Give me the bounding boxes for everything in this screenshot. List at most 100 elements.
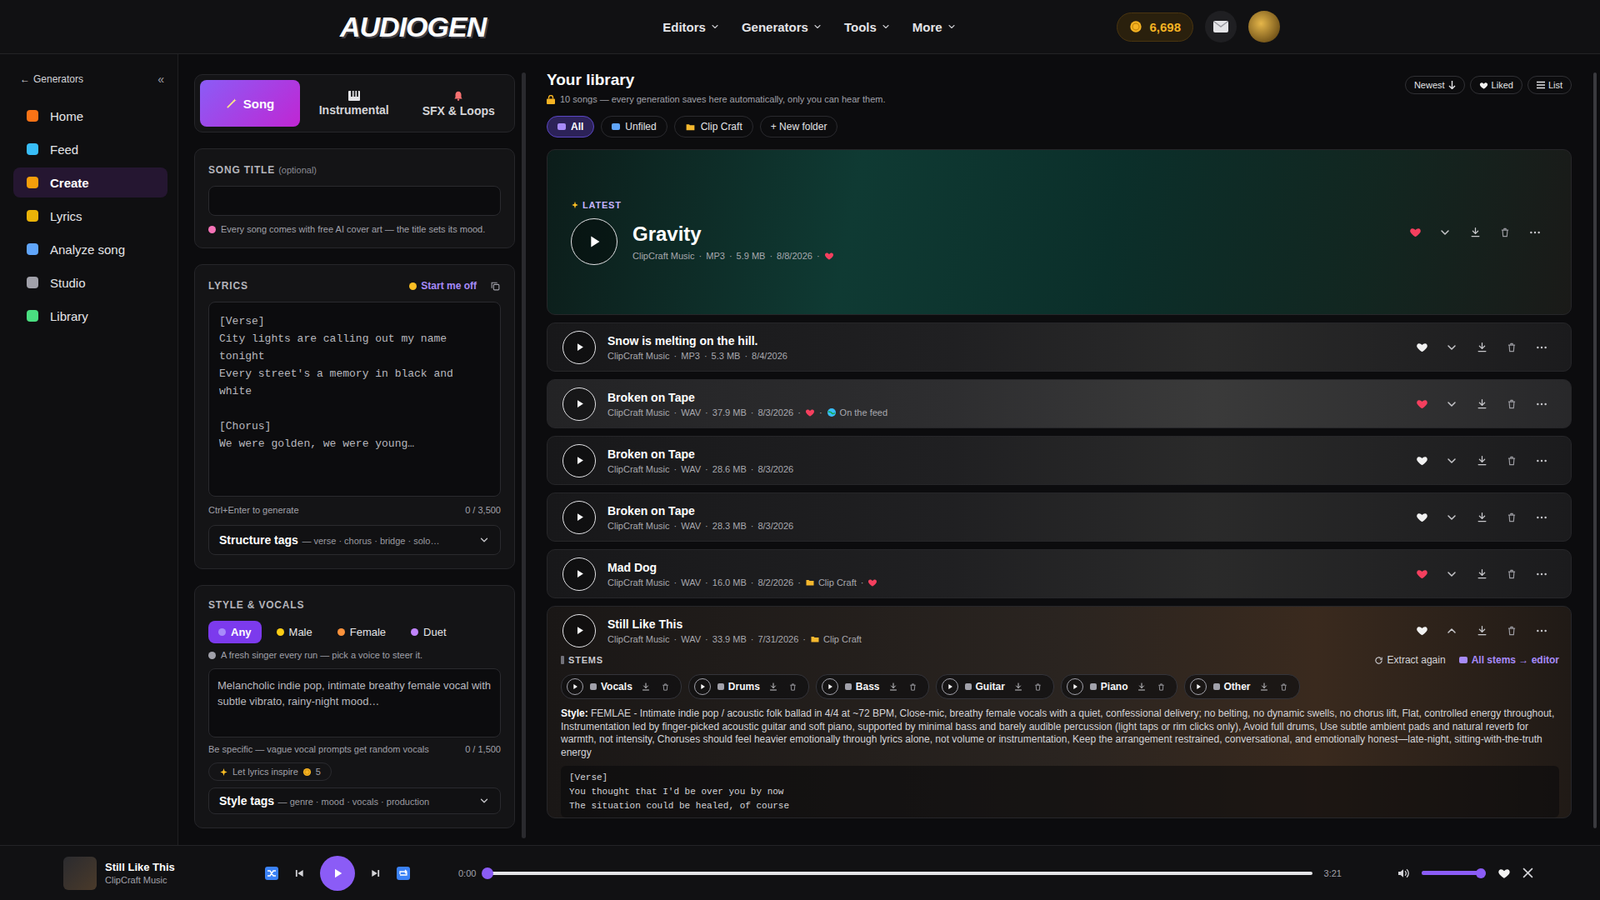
sidebar-item[interactable]: Home bbox=[13, 100, 168, 131]
song-title[interactable]: Gravity bbox=[632, 222, 835, 246]
stem-download-button[interactable] bbox=[639, 679, 653, 695]
like-button[interactable] bbox=[1410, 336, 1433, 359]
more-button[interactable] bbox=[1530, 563, 1553, 585]
nav-menu[interactable]: Generators bbox=[741, 20, 823, 35]
stem-download-button[interactable] bbox=[1011, 679, 1025, 695]
library-scrollbar[interactable] bbox=[1593, 72, 1597, 829]
expand-button[interactable] bbox=[1440, 506, 1463, 529]
next-button[interactable] bbox=[370, 867, 382, 880]
stem-download-button[interactable] bbox=[1257, 679, 1271, 695]
expand-button[interactable] bbox=[1440, 393, 1463, 415]
expand-button[interactable] bbox=[1440, 450, 1463, 472]
sidebar-item[interactable]: Studio bbox=[13, 267, 168, 298]
avatar[interactable] bbox=[1248, 10, 1280, 43]
mode-tab[interactable]: Instrumental bbox=[303, 80, 405, 127]
play-button[interactable] bbox=[570, 218, 618, 265]
stem-play-button[interactable] bbox=[694, 678, 711, 695]
stem-delete-button[interactable] bbox=[1155, 679, 1169, 695]
play-button[interactable] bbox=[562, 387, 596, 421]
stem-play-button[interactable] bbox=[941, 678, 959, 695]
like-button[interactable] bbox=[1410, 393, 1433, 415]
folder-filter[interactable]: All bbox=[546, 115, 595, 138]
like-button[interactable] bbox=[1410, 506, 1433, 529]
like-button[interactable] bbox=[1410, 563, 1433, 585]
delete-button[interactable] bbox=[1494, 221, 1516, 244]
voice-option[interactable]: Duet bbox=[400, 620, 456, 644]
more-button[interactable] bbox=[1530, 393, 1553, 415]
play-button[interactable] bbox=[562, 330, 596, 365]
voice-option[interactable]: Male bbox=[266, 620, 323, 644]
volume-slider[interactable] bbox=[1421, 870, 1486, 875]
sidebar-item[interactable]: Library bbox=[13, 300, 168, 331]
folder-tag[interactable]: Clip Craft bbox=[810, 634, 862, 645]
sidebar-item[interactable]: Analyze song bbox=[13, 234, 168, 265]
download-button[interactable] bbox=[1470, 620, 1493, 642]
stem-play-button[interactable] bbox=[1190, 678, 1207, 695]
nav-menu[interactable]: Tools bbox=[844, 20, 891, 35]
stem-download-button[interactable] bbox=[1135, 679, 1149, 695]
download-button[interactable] bbox=[1470, 506, 1493, 529]
song-title[interactable]: Still Like This bbox=[607, 617, 1400, 631]
collapse-button[interactable]: « bbox=[157, 72, 165, 86]
song-title[interactable]: Snow is melting on the hill. bbox=[607, 334, 1400, 348]
start-me-off-button[interactable]: Start me off bbox=[409, 280, 477, 292]
more-button[interactable] bbox=[1530, 450, 1553, 472]
delete-button[interactable] bbox=[1500, 393, 1523, 415]
seek-bar[interactable] bbox=[487, 871, 1312, 875]
style-tags-dropdown[interactable]: Style tags — genre · mood · vocals · pro… bbox=[208, 787, 501, 815]
back-link[interactable]: ←Generators bbox=[20, 73, 84, 85]
play-button[interactable] bbox=[562, 557, 596, 591]
feed-tag[interactable]: On the feed bbox=[826, 407, 889, 418]
delete-button[interactable] bbox=[1500, 563, 1523, 585]
download-button[interactable] bbox=[1470, 336, 1493, 359]
play-button[interactable] bbox=[562, 444, 596, 478]
expand-button[interactable] bbox=[1440, 563, 1463, 585]
more-button[interactable] bbox=[1530, 506, 1553, 529]
play-button[interactable] bbox=[562, 614, 596, 648]
new-folder-button[interactable]: + New folder bbox=[760, 115, 839, 138]
nav-menu[interactable]: More bbox=[912, 20, 957, 35]
delete-button[interactable] bbox=[1500, 336, 1523, 359]
stem-delete-button[interactable] bbox=[906, 679, 920, 695]
delete-button[interactable] bbox=[1500, 450, 1523, 472]
credits-pill[interactable]: 6,698 bbox=[1116, 12, 1194, 42]
song-title[interactable]: Broken on Tape bbox=[607, 447, 1400, 461]
like-button[interactable] bbox=[1410, 450, 1433, 472]
download-button[interactable] bbox=[1470, 563, 1493, 585]
liked-filter-button[interactable]: Liked bbox=[1470, 75, 1523, 95]
open-stems-editor-button[interactable]: All stems → editor bbox=[1459, 654, 1560, 666]
stem-download-button[interactable] bbox=[766, 679, 780, 695]
more-button[interactable] bbox=[1524, 221, 1546, 244]
song-row[interactable]: Broken on Tape ClipCraft Music·WAV·37.9 … bbox=[546, 379, 1572, 429]
song-title[interactable]: Broken on Tape bbox=[607, 390, 1400, 405]
stem-download-button[interactable] bbox=[886, 679, 900, 695]
play-button[interactable] bbox=[562, 500, 596, 535]
download-button[interactable] bbox=[1464, 221, 1486, 244]
lyrics-input[interactable] bbox=[208, 301, 501, 497]
logo[interactable]: AUDIOGEN bbox=[340, 10, 486, 44]
mode-tab[interactable]: SFX & Loops bbox=[408, 80, 510, 127]
mute-button[interactable] bbox=[1396, 866, 1410, 880]
song-row[interactable]: Mad Dog ClipCraft Music·WAV·16.0 MB·8/2/… bbox=[546, 549, 1572, 599]
download-button[interactable] bbox=[1470, 450, 1493, 472]
panel-scrollbar[interactable] bbox=[521, 72, 526, 839]
stem-play-button[interactable] bbox=[566, 678, 584, 695]
sidebar-item[interactable]: Create bbox=[13, 167, 168, 198]
mode-tab[interactable]: Song bbox=[200, 80, 300, 127]
previous-button[interactable] bbox=[293, 867, 305, 880]
stem-delete-button[interactable] bbox=[1277, 679, 1291, 695]
expand-button[interactable] bbox=[1434, 221, 1456, 244]
let-lyrics-inspire-button[interactable]: Let lyrics inspire5 bbox=[208, 762, 332, 781]
style-input[interactable] bbox=[208, 668, 501, 738]
voice-option[interactable]: Any bbox=[208, 620, 262, 644]
stem-play-button[interactable] bbox=[821, 678, 839, 695]
copy-button[interactable] bbox=[490, 280, 501, 292]
expand-button[interactable] bbox=[1440, 620, 1463, 642]
structure-tags-dropdown[interactable]: Structure tags — verse · chorus · bridge… bbox=[208, 525, 501, 555]
like-current-button[interactable] bbox=[1497, 866, 1511, 880]
repeat-button[interactable] bbox=[396, 866, 410, 880]
extract-again-button[interactable]: Extract again bbox=[1374, 654, 1446, 666]
song-row[interactable]: Broken on Tape ClipCraft Music·WAV·28.3 … bbox=[546, 492, 1572, 542]
sort-button[interactable]: Newest bbox=[1405, 75, 1465, 95]
now-playing-title[interactable]: Still Like This bbox=[105, 860, 175, 874]
